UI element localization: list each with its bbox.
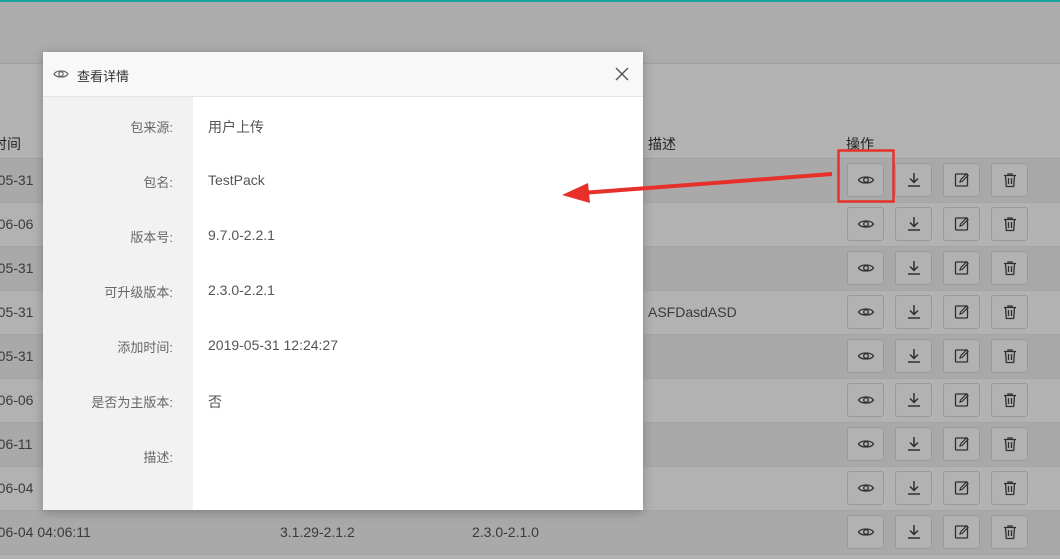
detail-field: 包来源: 用户上传 [43, 97, 643, 152]
field-value: TestPack [208, 172, 265, 188]
details-modal: 查看详情 包来源: 用户上传包名: TestPack 版本号: 9.7.0-2.2.1 可… [43, 52, 643, 510]
detail-field: 包名: TestPack [43, 152, 643, 207]
field-label: 是否为主版本: [91, 395, 173, 410]
field-value: 否 [208, 394, 222, 410]
field-value: 用户上传 [208, 119, 264, 135]
modal-header: 查看详情 [43, 52, 643, 97]
close-icon[interactable] [613, 65, 631, 83]
detail-field: 描述: [43, 427, 643, 482]
field-value: 2.3.0-2.2.1 [208, 282, 275, 298]
field-label: 包来源: [130, 120, 173, 135]
modal-body: 包来源: 用户上传包名: TestPack 版本号: 9.7.0-2.2.1 可升级版本:… [43, 97, 643, 510]
field-value: 9.7.0-2.2.1 [208, 227, 275, 243]
eye-icon [53, 70, 69, 78]
field-label: 可升级版本: [104, 285, 173, 300]
field-label: 添加时间: [117, 340, 173, 355]
detail-field: 可升级版本: 2.3.0-2.2.1 [43, 262, 643, 317]
field-value: 2019-05-31 12:24:27 [208, 337, 338, 353]
detail-field: 是否为主版本: 否 [43, 372, 643, 427]
field-label: 包名: [143, 175, 173, 190]
top-accent-bar [0, 0, 1060, 2]
detail-field: 添加时间: 2019-05-31 12:24:27 [43, 317, 643, 372]
modal-title: 查看详情 [77, 69, 130, 84]
detail-field: 版本号: 9.7.0-2.2.1 [43, 207, 643, 262]
field-label: 描述: [143, 450, 173, 465]
field-label: 版本号: [130, 230, 173, 245]
